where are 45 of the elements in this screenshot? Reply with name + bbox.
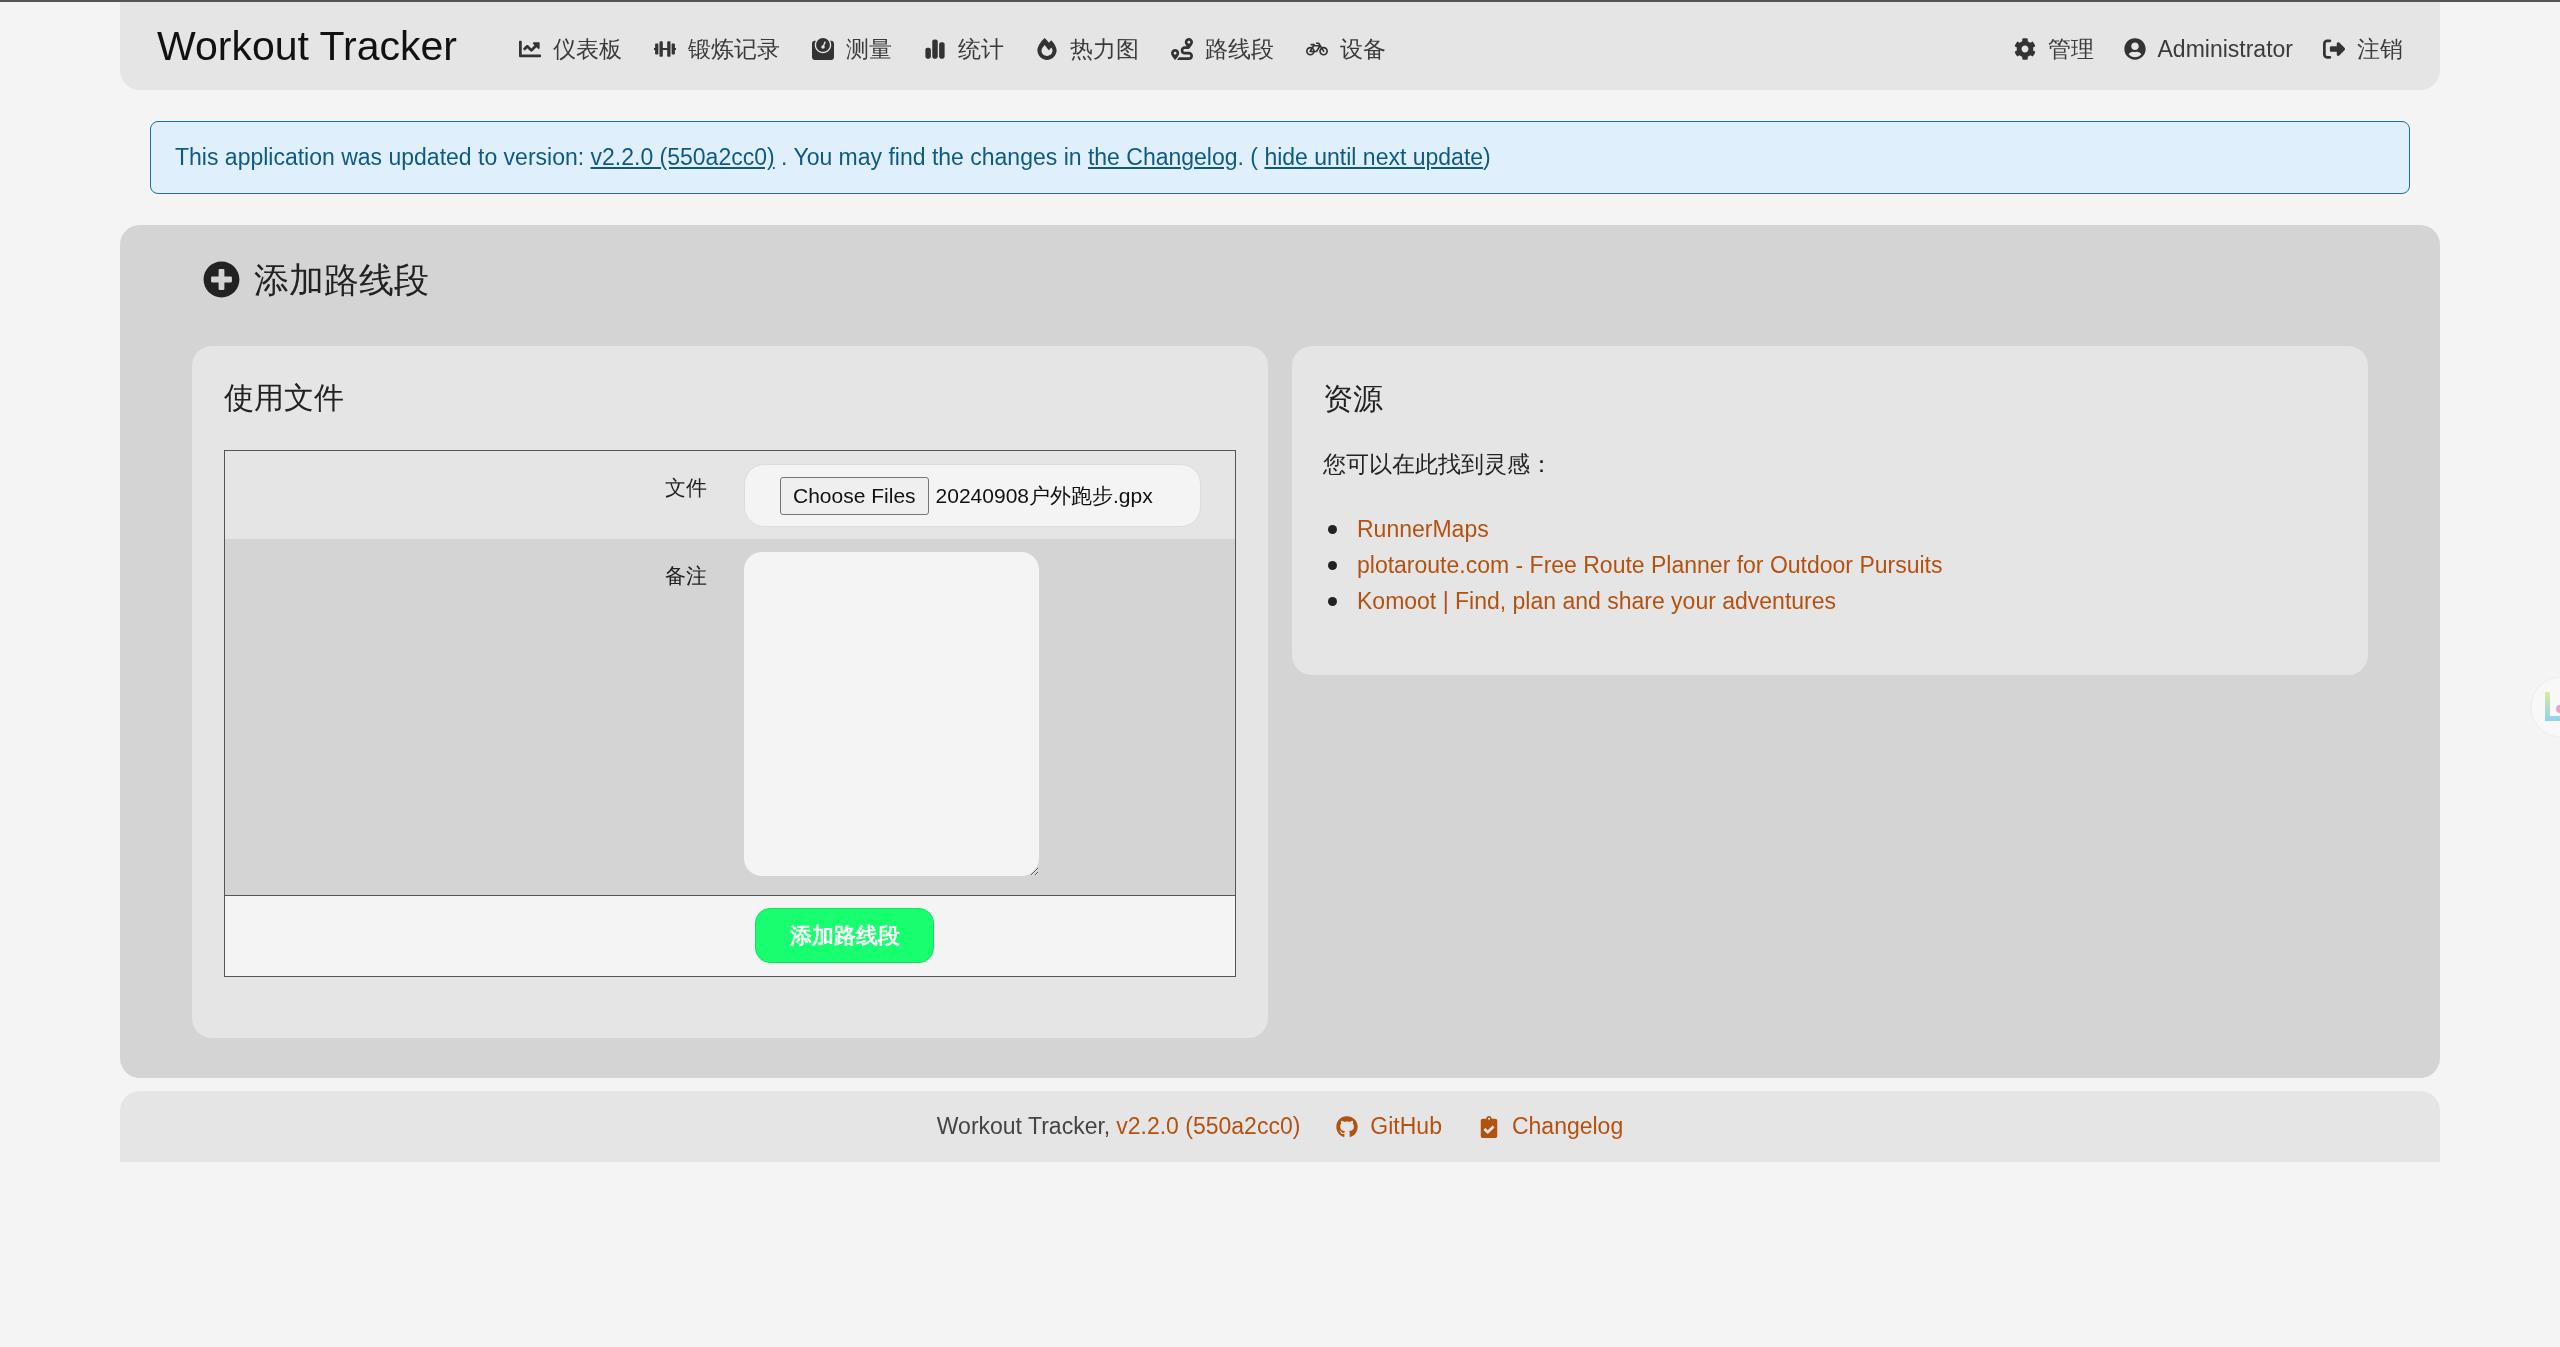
settings-icon — [2013, 38, 2036, 60]
dumbbell-icon — [654, 38, 676, 60]
admin-link[interactable]: 管理 — [2013, 31, 2094, 67]
logout-link[interactable]: 注销 — [2323, 31, 2403, 67]
card-title: 资源 — [1323, 381, 1384, 417]
user-menu-link[interactable]: Administrator — [2123, 31, 2293, 67]
field-label: 文件 — [664, 475, 707, 501]
nav-link[interactable]: 统计 — [924, 31, 1004, 67]
bullet-icon — [1328, 524, 1337, 534]
footer-link[interactable]: Changelog — [1511, 1109, 1624, 1144]
resource-link[interactable]: plotaroute.com - Free Route Planner for Outdoor Pursuits — [1357, 547, 1943, 583]
file-field[interactable]: Choose Files 20240908户外跑步.gpx — [744, 464, 1201, 527]
changelog-link[interactable]: the Changelog — [1087, 144, 1238, 171]
brand-title[interactable]: Workout Tracker — [157, 25, 457, 67]
nav-link[interactable]: 热力图 — [1036, 31, 1139, 67]
version-link[interactable]: v2.2.0 (550a2cc0) — [1116, 1109, 1301, 1144]
nav-link[interactable]: 锻炼记录 — [654, 31, 780, 67]
resource-link[interactable]: RunnerMaps — [1357, 511, 1489, 547]
resource-link[interactable]: Komoot | Find, plan and share your adventures — [1357, 583, 1837, 619]
floating-logo-button-icon[interactable] — [2530, 676, 2560, 738]
weight-scale-icon — [812, 38, 834, 60]
notes-field[interactable] — [744, 552, 1039, 876]
bar-chart-icon — [924, 38, 946, 60]
footer-link[interactable]: GitHub — [1370, 1109, 1442, 1144]
choose-files-button[interactable]: Choose Files — [780, 476, 929, 515]
nav-link[interactable]: 路线段 — [1171, 31, 1274, 67]
version-link[interactable]: v2.2.0 (550a2cc0) — [590, 144, 775, 171]
footer-app-name: Workout Tracker, — [936, 1112, 1111, 1142]
file-name: 20240908户外跑步.gpx — [935, 482, 1153, 509]
line-chart-icon — [519, 38, 541, 60]
page-title: 添加路线段 — [254, 261, 429, 297]
card-title: 使用文件 — [224, 380, 345, 416]
update-notice: This application was updated to version: v2.2.0 (550a2cc0) . You may find the changes in the Changelog. ( hide until next update) — [175, 143, 1491, 173]
bullet-icon — [1328, 596, 1337, 606]
nav-link[interactable]: 仪表板 — [519, 31, 622, 67]
hide-link[interactable]: hide until next update — [1264, 144, 1484, 171]
resources-intro: 您可以在此找到灵感： — [1323, 450, 1554, 479]
github-icon — [1336, 1115, 1359, 1138]
nav-link[interactable]: 测量 — [812, 31, 892, 67]
flame-icon — [1036, 38, 1058, 60]
field-label: 备注 — [664, 563, 707, 589]
logout-icon — [2323, 38, 2345, 60]
route-icon — [1171, 38, 1193, 60]
nav-link[interactable]: 设备 — [1306, 31, 1386, 67]
bullet-icon — [1328, 560, 1337, 570]
